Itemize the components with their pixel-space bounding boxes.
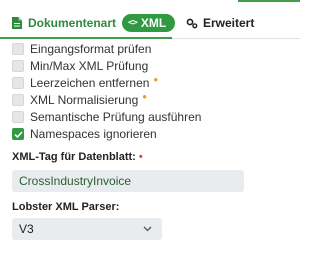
checkmark-icon [13,130,23,138]
xml-tag-label-text: XML-Tag für Datenblatt: [12,151,136,163]
active-tab-underline [0,37,172,39]
gear-icon [186,18,198,28]
checkbox[interactable] [12,111,24,123]
top-accent-line [238,0,300,2]
option-semantic-check[interactable]: Semantische Prüfung ausführen [12,109,300,125]
option-xml-normalization[interactable]: XML Normalisierung ● [12,92,300,108]
document-icon [12,17,22,29]
option-label: XML Normalisierung [30,93,139,107]
option-remove-whitespace[interactable]: Leerzeichen entfernen ● [12,75,300,91]
xml-tag-input[interactable]: CrossIndustryInvoice [12,170,244,192]
checkbox[interactable] [12,60,24,72]
parser-select[interactable]: V3 [12,218,162,240]
checkbox[interactable] [12,77,24,89]
info-icon[interactable]: ● [153,75,158,84]
option-label: Semantische Prüfung ausführen [30,110,202,124]
option-label: Min/Max XML Prüfung [30,59,149,73]
tab-xml[interactable]: <> XML [122,8,176,38]
checkbox[interactable] [12,43,24,55]
code-icon: <> [128,18,138,28]
tab-document-type-label: Dokumentenart [28,16,117,30]
parser-field-label: Lobster XML Parser: [12,201,120,213]
xml-tag-field-label: XML-Tag für Datenblatt: • [12,151,143,163]
chevron-down-icon [143,226,152,232]
tab-advanced[interactable]: Erweitert [186,8,254,38]
parser-select-value: V3 [19,222,34,236]
checkbox-checked[interactable] [12,128,24,140]
option-label: Leerzeichen entfernen [30,76,150,90]
xml-tab-pill: <> XML [122,14,176,32]
info-icon[interactable]: ● [142,92,147,101]
tab-xml-label: XML [140,16,167,30]
checkbox[interactable] [12,94,24,106]
option-label: Eingangsformat prüfen [30,42,152,56]
option-ignore-namespaces[interactable]: Namespaces ignorieren [12,126,300,142]
xml-options-list: Eingangsformat prüfen Min/Max XML Prüfun… [12,41,300,143]
tab-advanced-label: Erweitert [203,16,255,30]
tab-bar: Dokumentenart <> XML Erweitert [0,8,300,39]
option-min-max-check[interactable]: Min/Max XML Prüfung [12,58,300,74]
option-check-input-format[interactable]: Eingangsformat prüfen [12,41,300,57]
tab-document-type[interactable]: Dokumentenart [12,8,116,38]
required-marker: • [138,151,143,163]
option-label: Namespaces ignorieren [30,127,157,141]
